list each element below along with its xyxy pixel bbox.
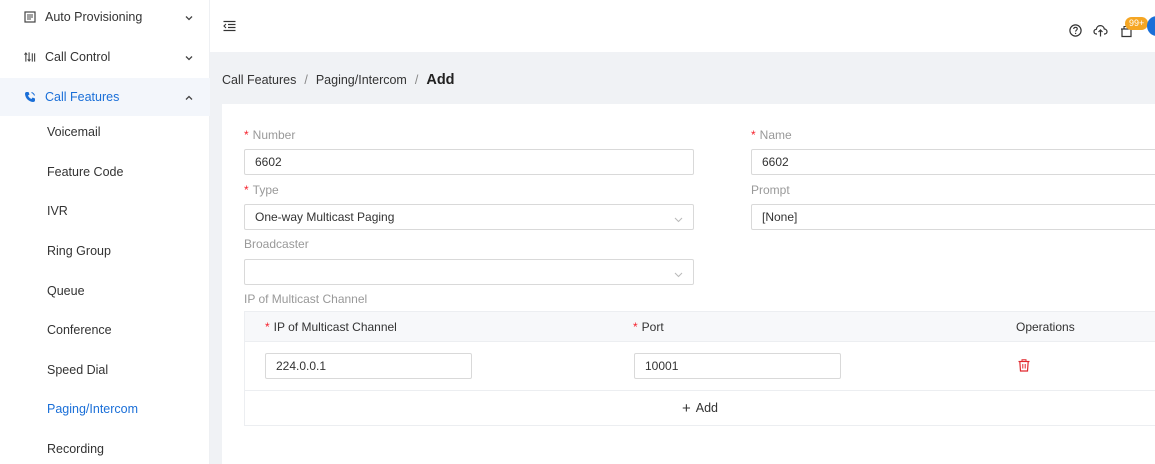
breadcrumb-item-paging-intercom[interactable]: Paging/Intercom — [316, 73, 407, 87]
sidebar-sub-item-ring-group[interactable]: Ring Group — [0, 232, 210, 270]
help-icon[interactable] — [1069, 24, 1082, 37]
table-row: 224.0.0.1 10001 — [244, 342, 1155, 391]
prompt-label: Prompt — [751, 183, 790, 197]
number-label: * Number — [244, 128, 296, 142]
sidebar: Auto Provisioning Call Control Call Feat… — [0, 0, 210, 464]
sidebar-sub-item-recording[interactable]: Recording — [0, 430, 210, 464]
auto-provisioning-icon — [24, 11, 36, 23]
sidebar-item-label: Call Control — [45, 50, 111, 64]
chevron-down-icon — [184, 52, 194, 62]
chevron-down-icon — [674, 213, 683, 223]
delete-icon[interactable] — [1018, 359, 1030, 372]
column-header-operations: Operations — [1016, 320, 1075, 334]
sidebar-sub-item-label: Paging/Intercom — [47, 402, 139, 416]
chevron-up-icon — [184, 92, 194, 102]
notification-badge: 99+ — [1125, 17, 1149, 30]
number-field[interactable]: 6602 — [244, 149, 694, 175]
sidebar-sub-item-voicemail[interactable]: Voicemail — [0, 113, 210, 151]
sidebar-item-call-control[interactable]: Call Control — [0, 38, 210, 76]
sidebar-sub-item-queue[interactable]: Queue — [0, 272, 210, 310]
sidebar-sub-item-conference[interactable]: Conference — [0, 311, 210, 349]
sidebar-sub-item-label: Voicemail — [47, 125, 101, 139]
column-header-ip: * IP of Multicast Channel — [265, 320, 397, 334]
page-title: Add — [426, 72, 455, 88]
broadcaster-label: Broadcaster — [244, 237, 309, 251]
multicast-table-header: * IP of Multicast Channel * Port Operation… — [244, 311, 1155, 342]
sidebar-sub-item-label: Feature Code — [47, 165, 124, 179]
prompt-select[interactable]: [None] — [751, 204, 1155, 230]
chevron-down-icon — [184, 12, 194, 22]
sidebar-sub-item-label: Conference — [47, 323, 112, 337]
sidebar-sub-item-ivr[interactable]: IVR — [0, 192, 210, 230]
avatar[interactable] — [1147, 16, 1155, 36]
collapse-menu-icon[interactable] — [223, 20, 236, 32]
type-label: * Type — [244, 183, 279, 197]
sidebar-sub-item-label: Speed Dial — [47, 363, 109, 377]
multicast-ip-field[interactable]: 224.0.0.1 — [265, 353, 472, 379]
sidebar-sub-item-label: Recording — [47, 442, 104, 456]
breadcrumb-separator: / — [414, 73, 419, 87]
name-label: * Name — [751, 128, 792, 142]
add-multicast-row-button[interactable]: + Add — [244, 391, 1155, 426]
multicast-port-field[interactable]: 10001 — [634, 353, 841, 379]
add-label: Add — [695, 401, 718, 415]
top-bar: 99+ — [210, 0, 1155, 52]
sidebar-item-call-features[interactable]: Call Features — [0, 78, 210, 116]
sidebar-sub-item-feature-code[interactable]: Feature Code — [0, 153, 210, 191]
breadcrumb-item-call-features[interactable]: Call Features — [222, 73, 296, 87]
broadcaster-select[interactable] — [244, 259, 694, 285]
sidebar-item-label: Call Features — [45, 90, 120, 104]
sidebar-item-label: Auto Provisioning — [45, 10, 143, 24]
upload-cloud-icon[interactable] — [1093, 24, 1108, 37]
call-control-icon — [24, 51, 36, 63]
chevron-down-icon — [674, 268, 683, 278]
sidebar-sub-item-label: IVR — [47, 204, 68, 218]
sidebar-item-auto-provisioning[interactable]: Auto Provisioning — [0, 0, 210, 34]
breadcrumb-separator: / — [304, 73, 308, 87]
multicast-section-label: IP of Multicast Channel — [244, 292, 368, 306]
breadcrumb: Call Features / Paging/Intercom / Add — [222, 72, 455, 88]
name-field[interactable]: 6602 — [751, 149, 1155, 175]
column-header-port: * Port — [633, 320, 664, 334]
type-select[interactable]: One-way Multicast Paging — [244, 204, 694, 230]
sidebar-sub-item-label: Queue — [47, 284, 85, 298]
call-features-icon — [24, 91, 36, 103]
sidebar-sub-item-paging-intercom[interactable]: Paging/Intercom — [0, 390, 210, 428]
sidebar-sub-item-label: Ring Group — [47, 244, 111, 258]
plus-icon: + — [681, 399, 691, 417]
sidebar-sub-item-speed-dial[interactable]: Speed Dial — [0, 351, 210, 389]
